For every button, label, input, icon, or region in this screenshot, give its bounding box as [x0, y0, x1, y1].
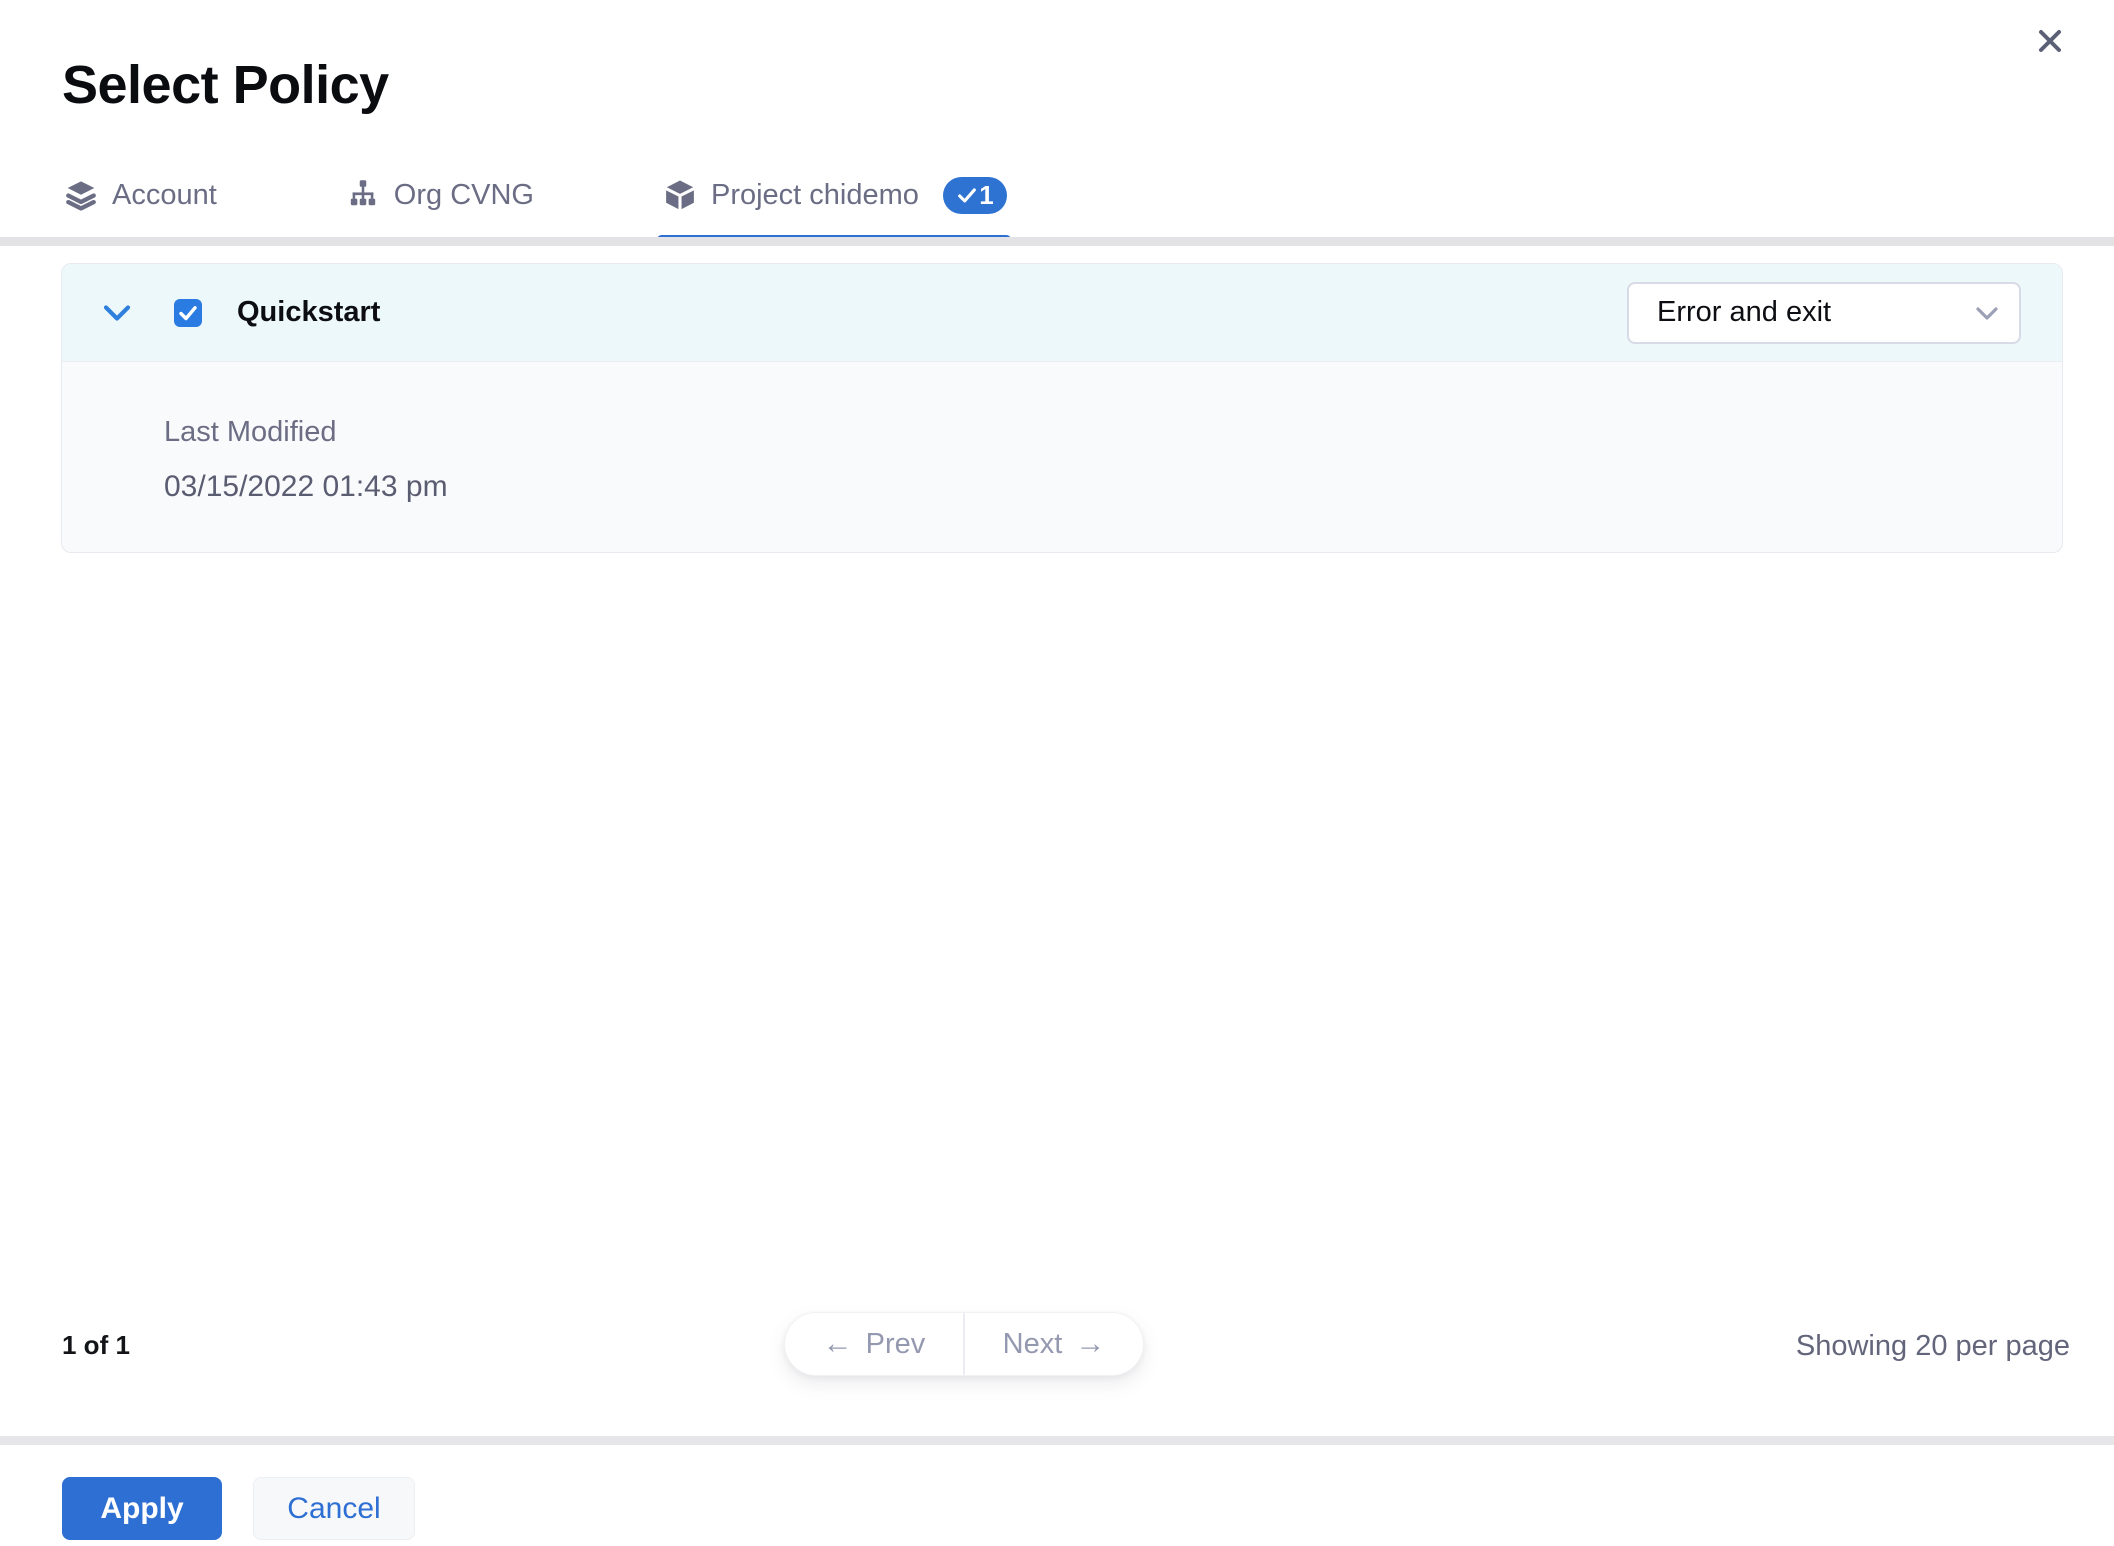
- selected-count-badge: 1: [942, 176, 1007, 214]
- policy-action-value: Error and exit: [1657, 296, 1832, 328]
- next-label: Next: [1002, 1327, 1063, 1360]
- cube-icon: [663, 178, 697, 212]
- pagination-pager: ← Prev Next →: [784, 1312, 1144, 1376]
- tab-account[interactable]: Account: [64, 178, 217, 212]
- select-policy-modal: Select Policy Account Org CVNG Project c…: [0, 0, 2114, 1546]
- page-title: Select Policy: [62, 55, 389, 115]
- layers-icon: [64, 178, 98, 212]
- tabs-divider: [0, 237, 2114, 246]
- policy-details: Last Modified 03/15/2022 01:43 pm: [62, 361, 2062, 504]
- next-button[interactable]: Next →: [965, 1313, 1143, 1375]
- policy-row[interactable]: Quickstart Error and exit: [62, 264, 2062, 361]
- chevron-down-icon: [1975, 296, 1999, 329]
- badge-count: 1: [979, 179, 994, 210]
- prev-label: Prev: [865, 1327, 926, 1360]
- policy-card: Quickstart Error and exit Last Modified …: [61, 263, 2063, 553]
- close-icon: [2032, 23, 2068, 62]
- tab-label: Org CVNG: [393, 178, 534, 211]
- tab-org-cvng[interactable]: Org CVNG: [346, 178, 534, 212]
- policy-name: Quickstart: [237, 296, 381, 328]
- footer-divider: [0, 1436, 2114, 1445]
- arrow-left-icon: ←: [822, 1327, 853, 1360]
- chevron-down-icon[interactable]: [102, 304, 132, 322]
- last-modified-value: 03/15/2022 01:43 pm: [164, 470, 448, 503]
- policy-checkbox[interactable]: [174, 298, 202, 327]
- tab-label: Project chidemo: [710, 178, 919, 211]
- apply-button[interactable]: Apply: [62, 1477, 222, 1540]
- scope-tabs: Account Org CVNG Project chidemo 1: [64, 170, 1011, 244]
- page-info: 1 of 1: [62, 1330, 130, 1360]
- tab-project-chidemo[interactable]: Project chidemo 1: [656, 176, 1011, 244]
- arrow-right-icon: →: [1075, 1327, 1106, 1360]
- last-modified-label: Last Modified: [164, 416, 337, 448]
- policy-action-select[interactable]: Error and exit: [1627, 281, 2021, 344]
- tab-label: Account: [112, 178, 217, 211]
- cancel-button[interactable]: Cancel: [253, 1477, 415, 1540]
- close-button[interactable]: [2028, 20, 2072, 64]
- prev-button[interactable]: ← Prev: [785, 1313, 963, 1375]
- org-chart-icon: [346, 178, 380, 212]
- showing-per-page: Showing 20 per page: [1795, 1330, 2070, 1362]
